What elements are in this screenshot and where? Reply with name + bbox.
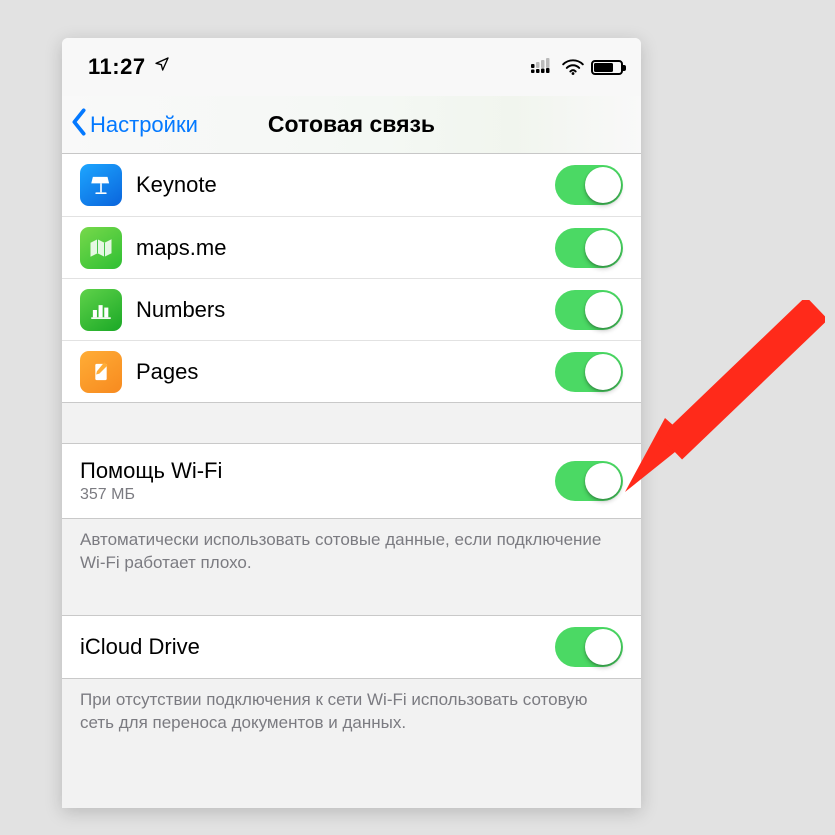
app-row-numbers: Numbers (62, 278, 641, 340)
apps-group: Keynote maps.me Numbers Pages (62, 154, 641, 403)
status-bar: 11:27 (62, 38, 641, 96)
toggle-mapsme[interactable] (555, 228, 623, 268)
app-label: maps.me (136, 235, 541, 261)
toggle-numbers[interactable] (555, 290, 623, 330)
navigation-bar: Настройки Сотовая связь (62, 96, 641, 154)
app-row-keynote: Keynote (62, 154, 641, 216)
app-row-pages: Pages (62, 340, 641, 402)
location-icon (154, 56, 170, 77)
toggle-keynote[interactable] (555, 165, 623, 205)
mapsme-icon (80, 227, 122, 269)
status-time: 11:27 (88, 54, 146, 80)
wifi-assist-footer: Автоматически использовать сотовые данны… (62, 519, 641, 575)
app-label: Pages (136, 359, 541, 385)
toggle-pages[interactable] (555, 352, 623, 392)
dual-signal-icon (531, 57, 555, 78)
wifi-assist-group: Помощь Wi-Fi 357 МБ (62, 443, 641, 519)
wifi-assist-row: Помощь Wi-Fi 357 МБ (62, 444, 641, 518)
status-left: 11:27 (88, 54, 170, 80)
icloud-drive-row: iCloud Drive (62, 616, 641, 678)
icloud-drive-footer: При отсутствии подключения к сети Wi-Fi … (62, 679, 641, 735)
icloud-drive-group: iCloud Drive (62, 615, 641, 679)
app-row-mapsme: maps.me (62, 216, 641, 278)
back-button[interactable]: Настройки (70, 108, 198, 142)
wifi-assist-usage: 357 МБ (80, 486, 541, 504)
status-right (531, 57, 623, 78)
phone-frame: 11:27 (62, 38, 641, 808)
chevron-left-icon (70, 108, 88, 142)
back-label: Настройки (90, 112, 198, 138)
icloud-drive-label: iCloud Drive (80, 634, 541, 660)
wifi-assist-label: Помощь Wi-Fi 357 МБ (80, 458, 541, 504)
numbers-icon (80, 289, 122, 331)
toggle-wifi-assist[interactable] (555, 461, 623, 501)
app-label: Keynote (136, 172, 541, 198)
toggle-icloud-drive[interactable] (555, 627, 623, 667)
pages-icon (80, 351, 122, 393)
keynote-icon (80, 164, 122, 206)
battery-icon (591, 60, 623, 75)
app-label: Numbers (136, 297, 541, 323)
wifi-icon (562, 59, 584, 75)
